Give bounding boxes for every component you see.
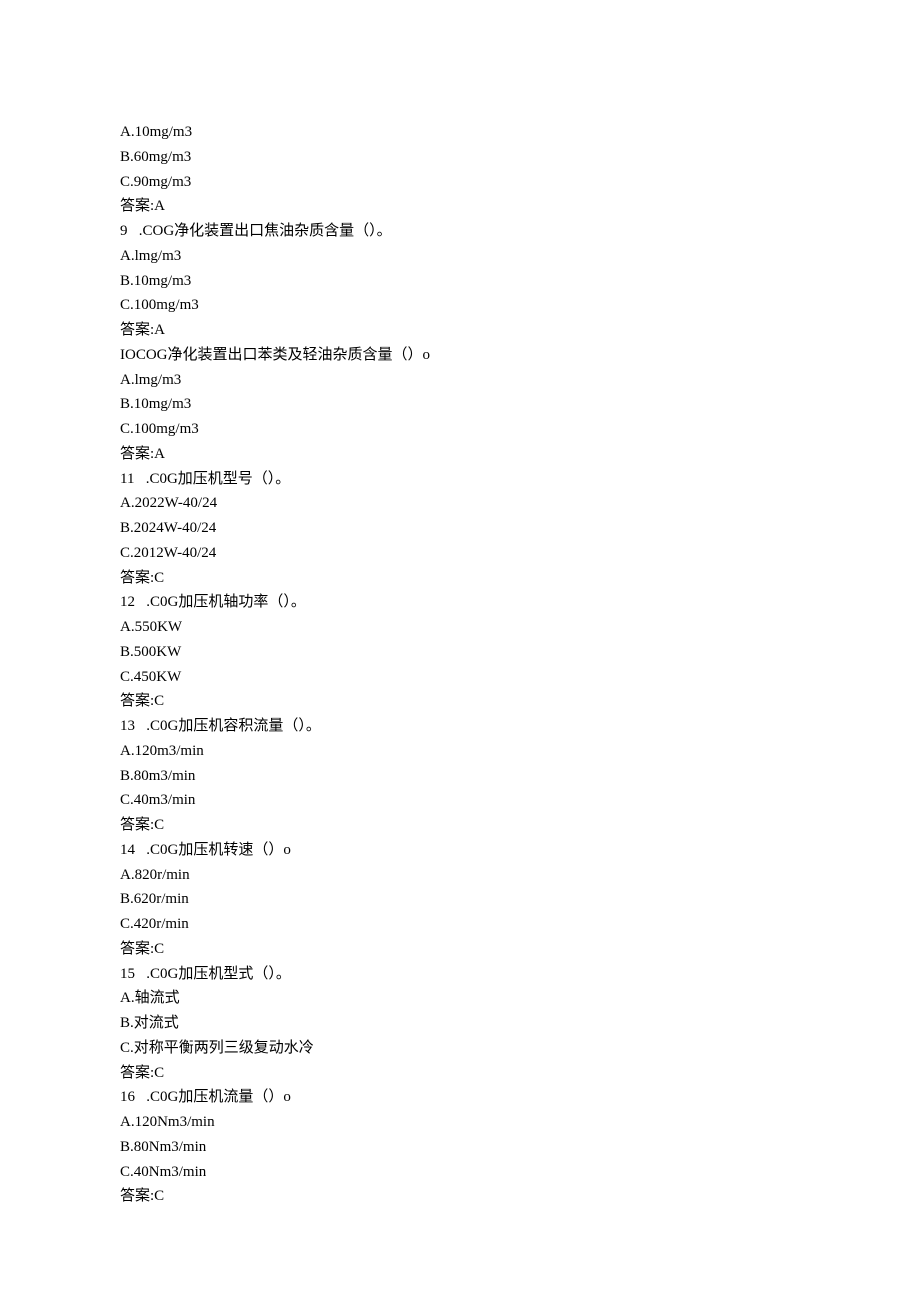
text-line: 9 .COG净化装置出口焦油杂质含量（）。 — [120, 219, 800, 244]
text-line: A.120Nm3/min — [120, 1110, 800, 1135]
text-line: C.90mg/m3 — [120, 170, 800, 195]
text-line: C.420r/min — [120, 912, 800, 937]
text-line: 答案:C — [120, 566, 800, 591]
text-line: B.620r/min — [120, 887, 800, 912]
text-line: A.820r/min — [120, 863, 800, 888]
text-line: B.10mg/m3 — [120, 392, 800, 417]
text-line: 答案:A — [120, 318, 800, 343]
text-line: 答案:A — [120, 442, 800, 467]
text-line: 答案:C — [120, 937, 800, 962]
text-line: B.10mg/m3 — [120, 269, 800, 294]
document-page: A.10mg/m3B.60mg/m3C.90mg/m3答案:A9 .COG净化装… — [0, 0, 920, 1289]
text-line: C.450KW — [120, 665, 800, 690]
text-line: A.2022W-40/24 — [120, 491, 800, 516]
text-line: 11 .C0G加压机型号（）。 — [120, 467, 800, 492]
text-line: C.对称平衡两列三级复动水冷 — [120, 1036, 800, 1061]
text-line: B.2024W-40/24 — [120, 516, 800, 541]
text-line: 答案:C — [120, 1184, 800, 1209]
text-line: A.10mg/m3 — [120, 120, 800, 145]
text-line: C.100mg/m3 — [120, 417, 800, 442]
text-line: 答案:C — [120, 1061, 800, 1086]
text-line: 16 .C0G加压机流量（）o — [120, 1085, 800, 1110]
text-line: B.60mg/m3 — [120, 145, 800, 170]
text-line: C.40m3/min — [120, 788, 800, 813]
text-line: C.2012W-40/24 — [120, 541, 800, 566]
text-line: 答案:A — [120, 194, 800, 219]
text-line: B.对流式 — [120, 1011, 800, 1036]
text-line: A.轴流式 — [120, 986, 800, 1011]
text-line: 13 .C0G加压机容积流量（）。 — [120, 714, 800, 739]
text-line: B.500KW — [120, 640, 800, 665]
text-line: 14 .C0G加压机转速（）o — [120, 838, 800, 863]
text-line: A.lmg/m3 — [120, 244, 800, 269]
text-line: C.40Nm3/min — [120, 1160, 800, 1185]
text-line: 答案:C — [120, 689, 800, 714]
document-body: A.10mg/m3B.60mg/m3C.90mg/m3答案:A9 .COG净化装… — [120, 120, 800, 1209]
text-line: 答案:C — [120, 813, 800, 838]
text-line: 12 .C0G加压机轴功率（）。 — [120, 590, 800, 615]
text-line: IOCOG净化装置出口苯类及轻油杂质含量（）o — [120, 343, 800, 368]
text-line: A.lmg/m3 — [120, 368, 800, 393]
text-line: 15 .C0G加压机型式（）。 — [120, 962, 800, 987]
text-line: B.80Nm3/min — [120, 1135, 800, 1160]
text-line: A.120m3/min — [120, 739, 800, 764]
text-line: B.80m3/min — [120, 764, 800, 789]
text-line: A.550KW — [120, 615, 800, 640]
text-line: C.100mg/m3 — [120, 293, 800, 318]
